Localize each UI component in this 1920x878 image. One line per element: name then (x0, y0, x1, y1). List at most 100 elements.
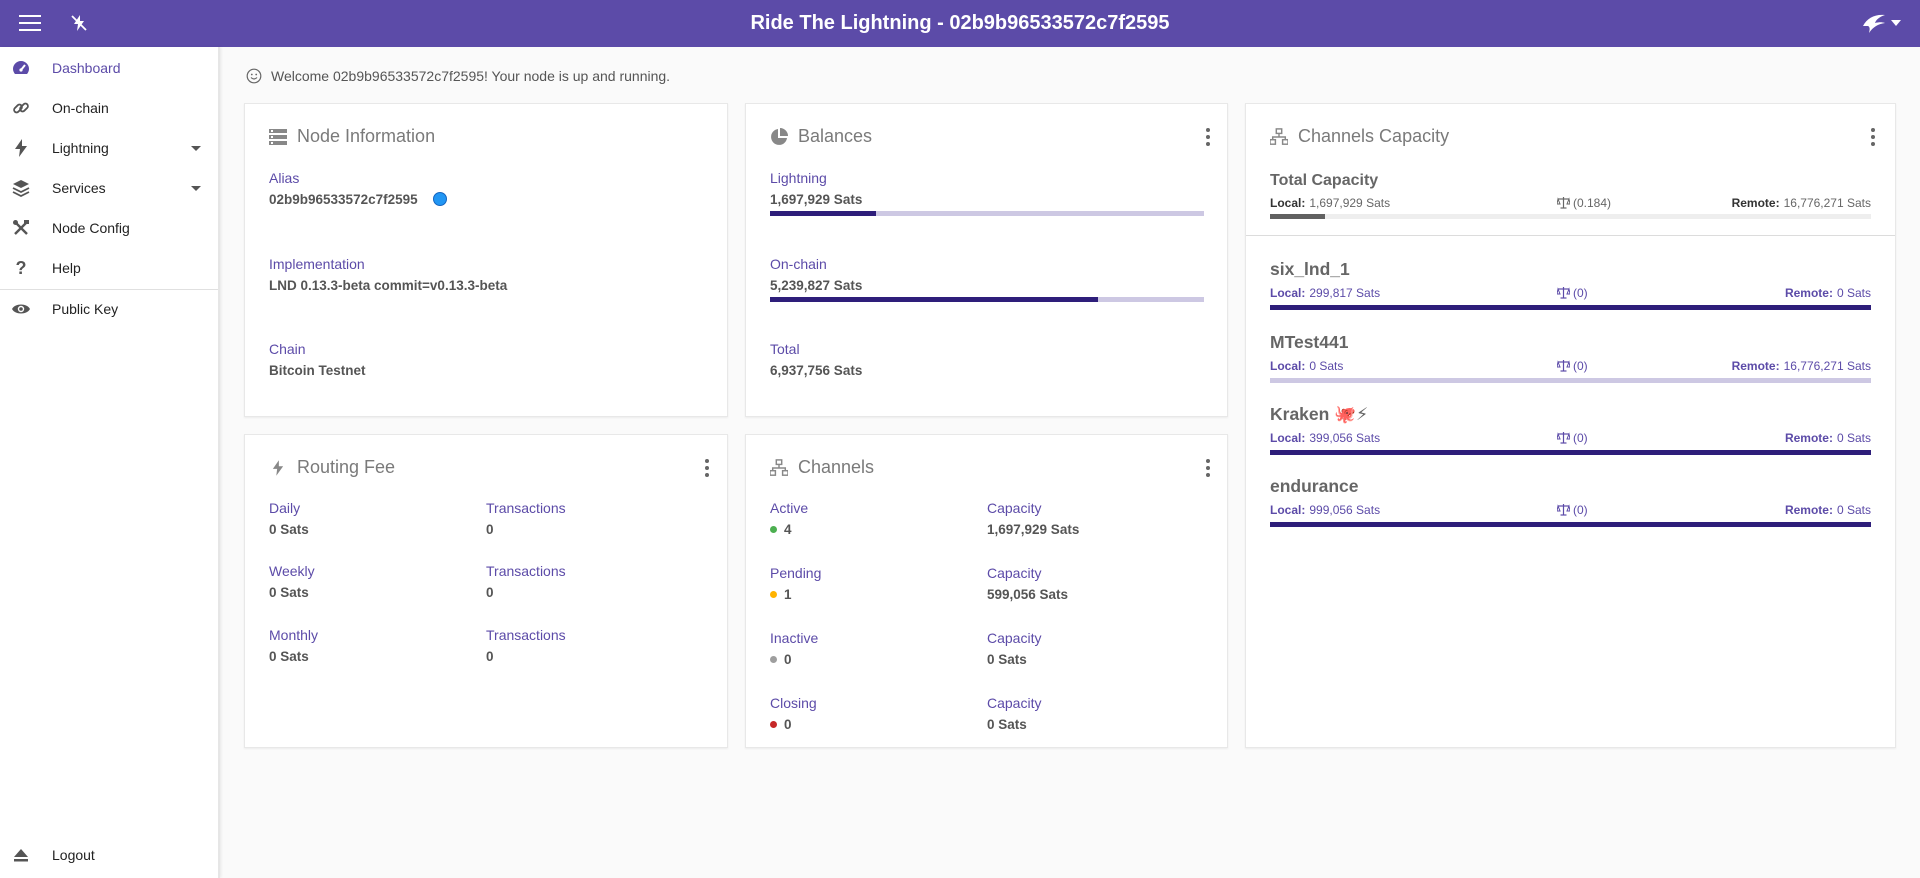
ratio-value: (0.184) (1573, 196, 1612, 210)
channel-local: Local: 999,056 Sats (1270, 503, 1380, 517)
monthly-transactions-label: Transactions (486, 627, 566, 643)
network-icon (770, 458, 788, 477)
channel-capacity-line: Local: 0 Sats (0) Remote: 16,776,271 Sats (1270, 359, 1871, 373)
closing-capacity-label: Capacity (987, 695, 1042, 711)
total-capacity-line: Local: 1,697,929 Sats (0.184) Remote: 16,7… (1270, 196, 1871, 210)
routing-fee-card: Routing Fee Daily 0 Sats Transactions 0 … (244, 434, 728, 748)
chevron-down-icon (1891, 20, 1901, 26)
channel-name: Kraken 🐙⚡ (1270, 404, 1369, 424)
remote-label: Remote: (1784, 503, 1833, 517)
local-label: Local: (1270, 196, 1306, 210)
card-title: Channels (770, 457, 874, 478)
channel-remote: Remote: 0 Sats (1785, 431, 1871, 445)
more-vert-icon[interactable] (1198, 124, 1218, 150)
total-capacity-label: Total Capacity (1270, 172, 1379, 189)
bolt-icon (269, 459, 287, 477)
active-channels-count: 4 (770, 522, 792, 537)
implementation-value: LND 0.13.3-beta commit=v0.13.3-beta (269, 278, 508, 293)
count-text: 0 (784, 717, 792, 732)
alias-color-dot (433, 192, 448, 207)
total-remote: Remote: 16,776,271 Sats (1732, 196, 1871, 210)
sidebar-item-lightning[interactable]: Lightning (0, 129, 218, 167)
onchain-balance-fill (770, 297, 1098, 302)
closing-channels-label: Closing (770, 695, 817, 711)
remote-value: 0 Sats (1836, 286, 1871, 300)
sidebar-item-on-chain[interactable]: On-chain (0, 89, 218, 127)
total-balance-label: Total (770, 341, 800, 357)
lightning-balance-label: Lightning (770, 170, 827, 186)
channel-capacity-fill (1270, 450, 1871, 455)
monthly-fee-value: 0 Sats (269, 649, 309, 664)
sidebar-item-dashboard[interactable]: Dashboard (0, 49, 218, 87)
weekly-transactions-label: Transactions (486, 563, 566, 579)
onchain-balance-bar (770, 297, 1204, 302)
card-title: Routing Fee (269, 457, 395, 478)
card-title: Node Information (269, 126, 435, 147)
eye-icon (10, 298, 32, 320)
pending-channels-count: 1 (770, 587, 792, 602)
channels-capacity-card: Channels Capacity Total Capacity Local: 1… (1245, 103, 1896, 748)
channels-card: Channels Active 4 Capacity 1,697,929 Sat… (745, 434, 1228, 748)
eject-icon (10, 844, 32, 866)
chain-label: Chain (269, 341, 306, 357)
sidebar-item-label: Services (52, 180, 106, 196)
weekly-fee-value: 0 Sats (269, 585, 309, 600)
sidebar-item-help[interactable]: ? Help (0, 249, 218, 287)
daily-fee-label: Daily (269, 500, 301, 516)
channel-local: Local: 399,056 Sats (1270, 431, 1380, 445)
more-vert-icon[interactable] (697, 455, 717, 481)
dashboard-icon (10, 57, 32, 79)
sidebar-item-logout[interactable]: Logout (0, 836, 218, 874)
inactive-capacity-value: 0 Sats (987, 652, 1027, 667)
sidebar-item-node-config[interactable]: Node Config (0, 209, 218, 247)
channel-name: endurance (1270, 476, 1359, 496)
account-menu-button[interactable] (1856, 8, 1906, 38)
active-channels-label: Active (770, 500, 809, 516)
local-label: Local: (1270, 286, 1306, 300)
channel-capacity-bar (1270, 378, 1871, 383)
remote-label: Remote: (1731, 359, 1780, 373)
divider (1246, 235, 1895, 236)
sidebar-item-services[interactable]: Services (0, 169, 218, 207)
implementation-label: Implementation (269, 256, 365, 272)
sidebar-item-label: Help (52, 260, 81, 276)
menu-icon[interactable] (15, 8, 45, 38)
channel-name: MTest441 (1270, 332, 1349, 352)
status-dot (770, 590, 777, 598)
remote-label: Remote: (1784, 431, 1833, 445)
bolt-off-icon[interactable] (64, 8, 94, 38)
channel-ratio: (0) (1557, 286, 1588, 300)
closing-channels-count: 0 (770, 717, 792, 732)
total-capacity-fill (1270, 214, 1326, 219)
total-balance-value: 6,937,756 Sats (770, 363, 863, 378)
bolt-icon (10, 137, 32, 159)
channel-remote: Remote: 0 Sats (1785, 286, 1871, 300)
ratio-value: (0) (1573, 359, 1588, 373)
chevron-down-icon (191, 145, 201, 151)
more-vert-icon[interactable] (1863, 124, 1883, 150)
monthly-transactions-value: 0 (486, 649, 494, 664)
storage-icon (269, 128, 287, 146)
sidebar-item-public-key[interactable]: Public Key (0, 290, 218, 328)
inactive-channels-count: 0 (770, 652, 792, 667)
count-text: 4 (784, 522, 792, 537)
rtl-logo-icon (1863, 14, 1885, 34)
local-label: Local: (1270, 431, 1306, 445)
remote-value: 16,776,271 Sats (1783, 359, 1871, 373)
daily-fee-value: 0 Sats (269, 522, 309, 537)
status-dot (770, 525, 777, 533)
active-capacity-value: 1,697,929 Sats (987, 522, 1080, 537)
onchain-balance-label: On-chain (770, 256, 827, 272)
more-vert-icon[interactable] (1198, 455, 1218, 481)
status-dot (770, 655, 777, 663)
inactive-capacity-label: Capacity (987, 630, 1042, 646)
alias-value: 02b9b96533572c7f2595 (269, 192, 448, 207)
pending-channels-label: Pending (770, 565, 822, 581)
channel-local: Local: 0 Sats (1270, 359, 1343, 373)
local-value: 0 Sats (1309, 359, 1344, 373)
lightning-balance-fill (770, 211, 877, 216)
welcome-message: Welcome 02b9b96533572c7f2595! Your node … (246, 66, 670, 86)
channel-capacity-fill (1270, 522, 1871, 527)
remote-value: 16,776,271 Sats (1783, 196, 1871, 210)
weekly-transactions-value: 0 (486, 585, 494, 600)
